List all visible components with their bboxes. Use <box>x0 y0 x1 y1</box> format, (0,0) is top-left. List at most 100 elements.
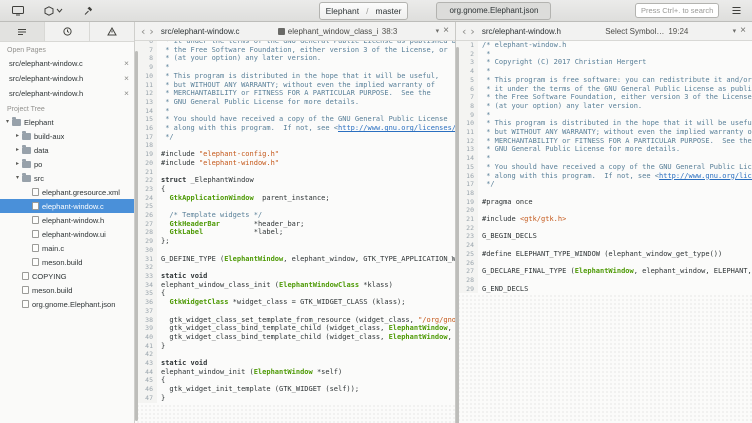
expander-icon[interactable]: ▾ <box>13 175 22 181</box>
editor-scrollbar[interactable] <box>135 51 138 421</box>
code-line[interactable]: 26 /* Template widgets */ <box>135 211 455 220</box>
code-line[interactable]: 12 * MERCHANTABILITY or FITNESS FOR A PA… <box>456 137 752 146</box>
code-editor[interactable]: 6 * it under the terms of the GNU Genera… <box>135 41 455 423</box>
code-line[interactable]: 8 * (at your option) any later version. <box>135 54 455 63</box>
code-line[interactable]: 11 * but WITHOUT ANY WARRANTY; without e… <box>456 128 752 137</box>
code-line[interactable]: 13 * GNU General Public License for more… <box>456 145 752 154</box>
sidebar-tab-pages[interactable] <box>0 22 45 41</box>
expander-icon[interactable]: ▾ <box>3 119 12 125</box>
tree-item-elephant.gresource.xml[interactable]: elephant.gresource.xml <box>0 185 134 199</box>
code-line[interactable]: 12 * MERCHANTABILITY or FITNESS FOR A PA… <box>135 89 455 98</box>
code-line[interactable]: 39 gtk_widget_class_bind_template_child … <box>135 324 455 333</box>
code-line[interactable]: 42 <box>135 350 455 359</box>
code-line[interactable]: 18 <box>135 141 455 150</box>
code-line[interactable]: 21#include <gtk/gtk.h> <box>456 215 752 224</box>
project-button[interactable]: Elephant <box>320 3 366 19</box>
code-line[interactable]: 16 * along with this program. If not, se… <box>456 172 752 181</box>
code-line[interactable]: 19#pragma once <box>456 198 752 207</box>
menu-button[interactable] <box>729 3 744 19</box>
code-editor[interactable]: 1/* elephant-window.h2 *3 * Copyright (C… <box>456 41 752 423</box>
tree-item-data[interactable]: ▸data <box>0 143 134 157</box>
code-line[interactable]: 15 * You should have received a copy of … <box>135 115 455 124</box>
tree-item-main.c[interactable]: main.c <box>0 241 134 255</box>
code-line[interactable]: 7 * the Free Software Foundation, either… <box>456 93 752 102</box>
code-line[interactable]: 8 * (at your option) any later version. <box>456 102 752 111</box>
code-line[interactable]: 14 * <box>135 107 455 116</box>
expander-icon[interactable]: ▸ <box>13 161 22 167</box>
tree-item-Elephant[interactable]: ▾Elephant <box>0 115 134 129</box>
perspective-button[interactable] <box>10 3 26 19</box>
tree-item-meson.build[interactable]: meson.build <box>0 255 134 269</box>
code-line[interactable]: 30 <box>135 246 455 255</box>
tree-item-elephant-window.ui[interactable]: elephant-window.ui <box>0 227 134 241</box>
tree-item-elephant-window.c[interactable]: elephant-window.c <box>0 199 134 213</box>
code-line[interactable]: 10 * This program is distributed in the … <box>135 72 455 81</box>
code-line[interactable]: 23G_BEGIN_DECLS <box>456 232 752 241</box>
code-line[interactable]: 34elephant_window_class_init (ElephantWi… <box>135 281 455 290</box>
tree-item-src[interactable]: ▾src <box>0 171 134 185</box>
close-page-icon[interactable]: × <box>121 59 129 68</box>
code-line[interactable]: 29G_END_DECLS <box>456 285 752 294</box>
code-line[interactable]: 28 GtkLabel *label; <box>135 228 455 237</box>
symbol-menu-button[interactable]: elephant_window_class_i… <box>278 27 378 36</box>
code-line[interactable]: 10 * This program is distributed in the … <box>456 119 752 128</box>
code-line[interactable]: 11 * but WITHOUT ANY WARRANTY; without e… <box>135 81 455 90</box>
open-page-item[interactable]: src/elephant-window.c× <box>0 56 134 71</box>
code-line[interactable]: 3 * Copyright (C) 2017 Christian Hergert <box>456 58 752 67</box>
code-line[interactable]: 18 <box>456 189 752 198</box>
code-line[interactable]: 23{ <box>135 185 455 194</box>
open-page-item[interactable]: src/elephant-window.h× <box>0 86 134 101</box>
code-line[interactable]: 24 <box>456 241 752 250</box>
code-line[interactable]: 16 * along with this program. If not, se… <box>135 124 455 133</box>
code-line[interactable]: 21 <box>135 168 455 177</box>
tree-item-meson.build[interactable]: meson.build <box>0 283 134 297</box>
code-line[interactable]: 19#include "elephant-config.h" <box>135 150 455 159</box>
open-page-item[interactable]: src/elephant-window.h× <box>0 71 134 86</box>
tree-item-build-aux[interactable]: ▸build-aux <box>0 129 134 143</box>
expander-icon[interactable]: ▸ <box>13 133 22 139</box>
close-view-button[interactable]: × <box>740 26 746 36</box>
code-line[interactable]: 44elephant_window_init (ElephantWindow *… <box>135 368 455 377</box>
code-line[interactable]: 40 gtk_widget_class_bind_template_child … <box>135 333 455 342</box>
code-line[interactable]: 20 <box>456 206 752 215</box>
code-line[interactable]: 43static void <box>135 359 455 368</box>
code-line[interactable]: 28 <box>456 276 752 285</box>
tree-item-po[interactable]: ▸po <box>0 157 134 171</box>
code-line[interactable]: 9 * <box>135 63 455 72</box>
code-line[interactable]: 20#include "elephant-window.h" <box>135 159 455 168</box>
close-page-icon[interactable]: × <box>121 89 129 98</box>
build-button[interactable] <box>81 3 95 19</box>
tree-item-elephant-window.h[interactable]: elephant-window.h <box>0 213 134 227</box>
code-line[interactable]: 9 * <box>456 111 752 120</box>
sidebar-tab-history[interactable] <box>45 22 90 41</box>
view-menu-button[interactable]: ▾ <box>436 27 440 35</box>
editor-scrollbar[interactable] <box>456 47 459 423</box>
forward-button[interactable]: › <box>470 26 474 37</box>
code-line[interactable]: 29}; <box>135 237 455 246</box>
tree-item-COPYING[interactable]: COPYING <box>0 269 134 283</box>
code-line[interactable]: 32 <box>135 263 455 272</box>
code-line[interactable]: 38 gtk_widget_class_set_template_from_re… <box>135 316 455 325</box>
code-line[interactable]: 27 GtkHeaderBar *header_bar; <box>135 220 455 229</box>
code-line[interactable]: 22 <box>456 224 752 233</box>
code-line[interactable]: 33static void <box>135 272 455 281</box>
code-line[interactable]: 13 * GNU General Public License for more… <box>135 98 455 107</box>
code-line[interactable]: 17 */ <box>135 133 455 142</box>
code-line[interactable]: 47} <box>135 394 455 403</box>
code-line[interactable]: 27G_DECLARE_FINAL_TYPE (ElephantWindow, … <box>456 267 752 276</box>
code-line[interactable]: 24 GtkApplicationWindow parent_instance; <box>135 194 455 203</box>
code-line[interactable]: 15 * You should have received a copy of … <box>456 163 752 172</box>
code-line[interactable]: 1/* elephant-window.h <box>456 41 752 50</box>
code-line[interactable]: 2 * <box>456 50 752 59</box>
code-line[interactable]: 41} <box>135 342 455 351</box>
sidebar-tab-warnings[interactable] <box>90 22 134 41</box>
code-line[interactable]: 4 * <box>456 67 752 76</box>
expander-icon[interactable]: ▸ <box>13 147 22 153</box>
search-input[interactable] <box>635 3 719 18</box>
back-button[interactable]: ‹ <box>462 26 466 37</box>
symbol-menu-button[interactable]: Select Symbol… <box>605 27 664 36</box>
forward-button[interactable]: › <box>149 26 153 37</box>
code-line[interactable]: 22struct _ElephantWindow <box>135 176 455 185</box>
code-line[interactable]: 6 * it under the terms of the GNU Genera… <box>456 85 752 94</box>
code-line[interactable]: 31G_DEFINE_TYPE (ElephantWindow, elephan… <box>135 255 455 264</box>
